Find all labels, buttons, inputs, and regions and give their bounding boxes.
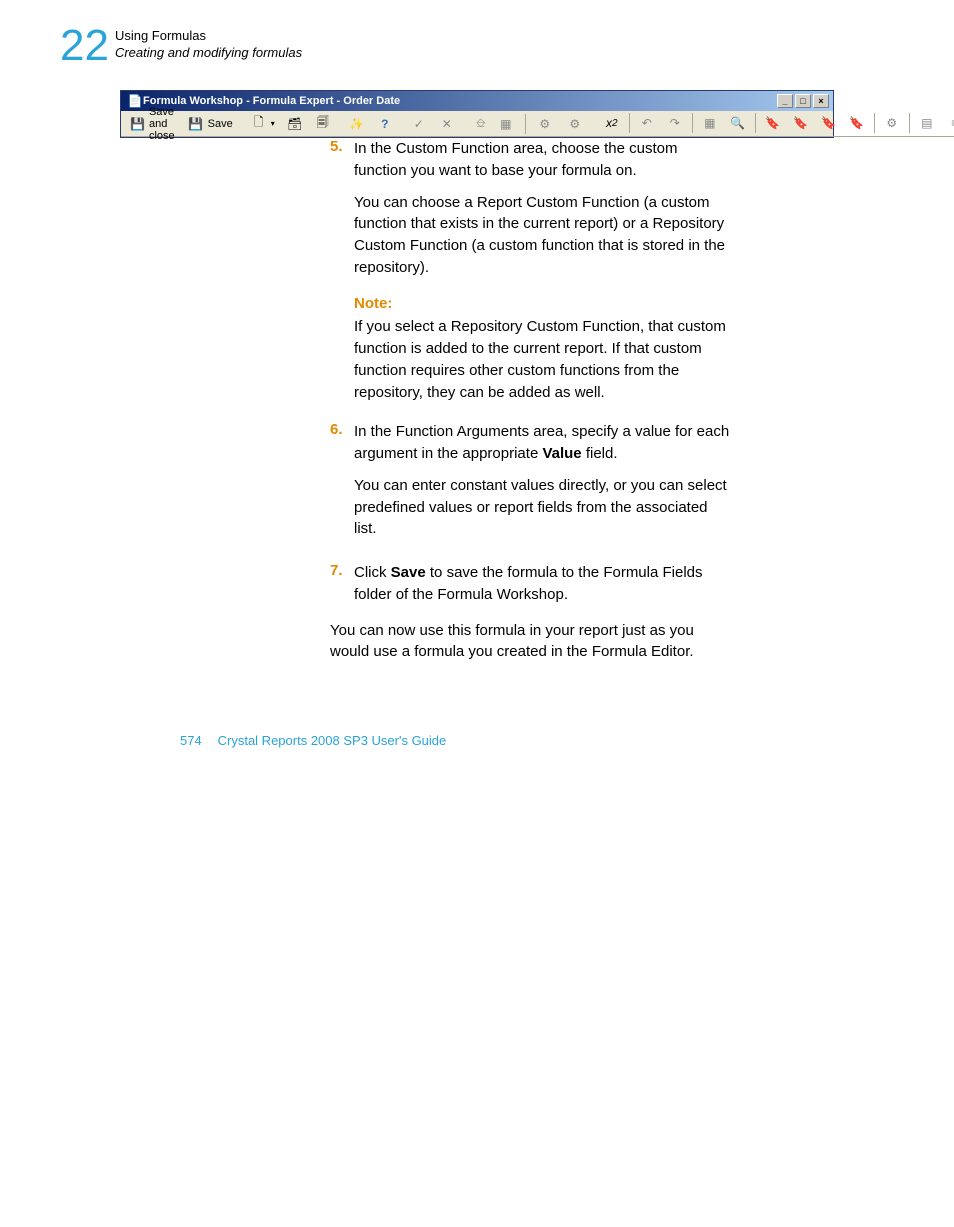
save-icon: 💾 <box>188 116 204 132</box>
toolbar-separator <box>629 113 630 133</box>
icon: ⎒ <box>473 116 489 132</box>
step-text: In the Custom Function area, choose the … <box>354 140 678 179</box>
undo-icon: ↶ <box>639 115 655 131</box>
toolbar-separator <box>909 113 910 133</box>
minimize-button[interactable]: _ <box>777 94 793 108</box>
page-footer: 574 Crystal Reports 2008 SP3 User's Guid… <box>120 733 834 748</box>
titlebar[interactable]: 📄 Formula Workshop - Formula Expert - Or… <box>121 91 833 111</box>
save-and-close-button[interactable]: 💾 Save and close <box>125 103 181 145</box>
closing-paragraph: You can now use this formula in your rep… <box>330 620 734 664</box>
help-icon: ? <box>377 116 393 132</box>
delete-icon: ✕ <box>439 116 455 132</box>
tb-icon-3[interactable]: ✨️ <box>344 113 370 135</box>
chapter-header: 22 Using Formulas Creating and modifying… <box>60 24 894 68</box>
icon: ≡ <box>947 115 954 131</box>
tb2-icon-4[interactable]: ▦ <box>697 112 723 134</box>
close-button[interactable]: × <box>813 94 829 108</box>
save-close-icon: 💾 <box>130 116 145 132</box>
tb-icon-5[interactable]: ✕ <box>434 113 460 135</box>
tb2-icon-1[interactable]: x2 <box>599 112 625 134</box>
icon: ⚙ <box>884 115 900 131</box>
tb2-icon-10[interactable]: ⚙ <box>879 112 905 134</box>
dialog-title: Formula Workshop - Formula Expert - Orde… <box>143 95 400 107</box>
icon: ▦ <box>702 115 718 131</box>
page-body: 5. In the Custom Function area, choose t… <box>330 138 734 663</box>
chapter-subtitle: Creating and modifying formulas <box>115 45 302 62</box>
note-text: If you select a Repository Custom Functi… <box>354 316 734 403</box>
tb-icon-7[interactable]: ▦ <box>493 113 519 135</box>
tb2-icon-9[interactable]: 🔖 <box>844 112 870 134</box>
icon: ▦ <box>498 116 514 132</box>
toolbar-separator <box>692 113 693 133</box>
tb2-icon-8[interactable]: 🔖 <box>816 112 842 134</box>
new-icon: 🗋 <box>251 116 267 132</box>
icon: ⚙ <box>567 116 583 132</box>
step-number: 7. <box>330 562 354 606</box>
tb-icon-2[interactable]: 🗐 <box>310 113 336 135</box>
bookmark-icon: 🔖 <box>793 115 809 131</box>
toolbar-row-1: 💾 Save and close 💾 Save 🗋▾ 🗃 🗐 ✨️ ? ✓ ✕ <box>121 111 833 137</box>
tb2-icon-12[interactable]: ≡ <box>942 112 954 134</box>
find-icon: 🔍 <box>730 115 746 131</box>
tb-icon-6[interactable]: ⎒ ▦ ⚙ ⚙ <box>468 110 593 138</box>
tb2-icon-7[interactable]: 🔖 <box>788 112 814 134</box>
find-button[interactable]: 🔍 <box>725 112 751 134</box>
icon: ▤ <box>919 115 935 131</box>
chapter-number: 22 <box>60 24 109 68</box>
step-paragraph: You can enter constant values directly, … <box>354 475 734 540</box>
maximize-button[interactable]: □ <box>795 94 811 108</box>
step-text: In the Function Arguments area, specify … <box>354 423 729 462</box>
properties-icon: 🗐 <box>315 116 331 132</box>
page-number: 574 <box>180 733 214 748</box>
check-icon: ✓ <box>411 116 427 132</box>
tb-icon-1[interactable]: 🗃 <box>282 113 308 135</box>
chapter-title: Using Formulas <box>115 28 302 45</box>
redo-icon: ↷ <box>667 115 683 131</box>
formula-workshop-dialog: 📄 Formula Workshop - Formula Expert - Or… <box>120 90 834 138</box>
list-icon: 🗃 <box>287 116 303 132</box>
help-button[interactable]: ? <box>372 113 398 135</box>
save-button[interactable]: 💾 Save <box>183 113 238 135</box>
wand-icon: ✨️ <box>349 116 365 132</box>
icon: ⚙ <box>537 116 553 132</box>
step-number: 5. <box>330 138 354 403</box>
toolbar-separator <box>755 113 756 133</box>
step-paragraph: You can choose a Report Custom Function … <box>354 192 734 279</box>
toolbar-separator <box>874 113 875 133</box>
tb2-icon-11[interactable]: ▤ <box>914 112 940 134</box>
note-heading: Note: <box>354 293 734 315</box>
tb-icon-9[interactable]: ⚙ <box>562 113 588 135</box>
save-label: Save <box>208 118 233 130</box>
bookmark-icon: 🔖 <box>765 115 781 131</box>
tb-icon-4[interactable]: ✓ <box>406 113 432 135</box>
tb2-icon-6[interactable]: 🔖 <box>760 112 786 134</box>
undo-button[interactable]: ↶ <box>634 112 660 134</box>
step-text: Click Save to save the formula to the Fo… <box>354 564 703 603</box>
new-button[interactable]: 🗋▾ <box>246 113 280 135</box>
bookmark-icon: 🔖 <box>821 115 837 131</box>
xy-icon: x2 <box>604 115 620 131</box>
save-close-label: Save and close <box>149 106 176 142</box>
toolbar-row-2: x2 ↶ ↷ ▦ 🔍 🔖 🔖 🔖 🔖 ⚙ ▤ ≡ ≡ ▼ <box>595 111 954 137</box>
tb-icon-8[interactable]: ⚙ <box>532 113 558 135</box>
step-number: 6. <box>330 421 354 550</box>
toolbar-separator <box>525 114 526 134</box>
book-title: Crystal Reports 2008 SP3 User's Guide <box>218 733 447 748</box>
bookmark-icon: 🔖 <box>849 115 865 131</box>
redo-button[interactable]: ↷ <box>662 112 688 134</box>
